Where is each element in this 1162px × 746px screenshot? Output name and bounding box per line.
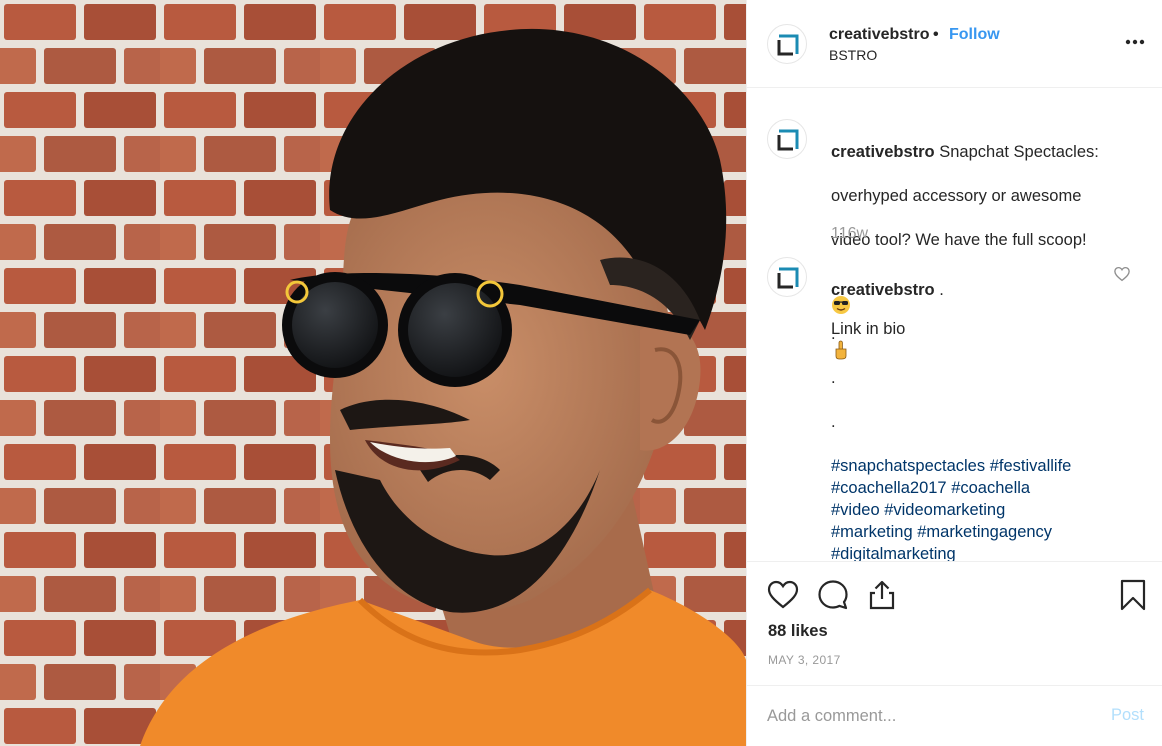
hashtag-line: #marketing #marketingagency: [831, 521, 1131, 543]
comment-username[interactable]: creativebstro: [831, 281, 935, 299]
likes-count[interactable]: 88 likes: [768, 622, 828, 641]
caption-line: video tool? We have the full scoop!: [831, 231, 1087, 249]
hashtag-link[interactable]: #video: [831, 501, 880, 519]
comment-dot: .: [831, 325, 836, 343]
hashtag-link[interactable]: #coachella2017: [831, 479, 947, 497]
comment-dot: .: [831, 369, 836, 387]
caption-time: 116w: [831, 225, 869, 242]
post-comment-button[interactable]: Post: [1111, 706, 1144, 725]
avatar[interactable]: [767, 24, 807, 64]
comment-text: creativebstro . . . . #snapchatspectacle…: [831, 257, 1131, 561]
hashtag-link[interactable]: #festivallife: [990, 457, 1072, 475]
hashtag-link[interactable]: #snapchatspectacles: [831, 457, 985, 475]
like-heart-icon[interactable]: [766, 578, 800, 612]
comment-first-line: .: [939, 281, 944, 299]
bstro-logo-icon: [777, 34, 799, 56]
post-side-panel: creativebstro • Follow BSTRO creativebst…: [746, 0, 1162, 746]
more-options-icon[interactable]: [1123, 28, 1147, 52]
bstro-logo-icon: [777, 129, 799, 151]
post-actions: 88 likes MAY 3, 2017: [747, 561, 1162, 699]
comment-avatar[interactable]: [767, 257, 807, 297]
share-icon[interactable]: [865, 578, 899, 612]
save-bookmark-icon[interactable]: [1116, 578, 1150, 612]
post-date[interactable]: MAY 3, 2017: [768, 653, 841, 667]
caption-username[interactable]: creativebstro: [831, 143, 935, 161]
hashtag-link[interactable]: #coachella: [951, 479, 1030, 497]
hashtag-link[interactable]: #videomarketing: [884, 501, 1005, 519]
add-comment-bar: Post: [747, 685, 1162, 746]
hashtag-line: #coachella2017 #coachella: [831, 477, 1131, 499]
comment-like-heart-icon[interactable]: [1113, 265, 1131, 283]
caption-line: Snapchat Spectacles:: [939, 143, 1099, 161]
hashtag-link[interactable]: #marketingagency: [917, 523, 1052, 541]
caption-avatar[interactable]: [767, 119, 807, 159]
header-subtitle: BSTRO: [829, 47, 878, 63]
hashtag-link[interactable]: #marketing: [831, 523, 913, 541]
post-photo-illustration: [0, 0, 746, 746]
header-username[interactable]: creativebstro: [829, 26, 930, 44]
hashtag-line: #digitalmarketing: [831, 543, 1131, 561]
add-comment-input[interactable]: [767, 700, 1087, 732]
follow-button[interactable]: Follow: [949, 26, 1000, 44]
comments-list[interactable]: creativebstro Snapchat Spectacles: overh…: [747, 89, 1162, 561]
header-separator: •: [933, 26, 939, 43]
hashtag-link[interactable]: #digitalmarketing: [831, 545, 956, 561]
comment-dot: .: [831, 413, 836, 431]
hashtag-line: #video #videomarketing: [831, 499, 1131, 521]
comment: creativebstro . . . . #snapchatspectacle…: [747, 257, 1162, 561]
hashtag-line: #snapchatspectacles #festivallife: [831, 455, 1131, 477]
post-header: creativebstro • Follow BSTRO: [747, 0, 1162, 88]
bstro-logo-icon: [777, 267, 799, 289]
comment-bubble-icon[interactable]: [816, 578, 850, 612]
post-photo[interactable]: [0, 0, 746, 746]
caption-line: overhyped accessory or awesome: [831, 187, 1082, 205]
caption: creativebstro Snapchat Spectacles: overh…: [747, 119, 1162, 360]
